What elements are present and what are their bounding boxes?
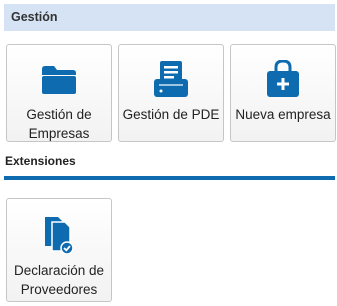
section-title: Gestión [11, 10, 58, 24]
section-header-gestion: Gestión [4, 4, 335, 31]
tile-label: Declaración de Proveedores [13, 263, 105, 297]
folder-icon [42, 66, 76, 94]
tile-label: Nueva empresa [235, 107, 331, 122]
fax-printer-icon [154, 61, 188, 97]
tile-gestion-pde[interactable]: Gestión de PDE [118, 44, 224, 142]
section-divider [4, 176, 335, 180]
bag-plus-icon [267, 60, 299, 97]
section-header-extensiones: Extensiones [5, 154, 76, 168]
documents-check-icon [45, 217, 74, 254]
tile-label: Gestión de PDE [122, 107, 220, 122]
tile-nueva-empresa[interactable]: Nueva empresa [230, 44, 336, 142]
tile-declaracion-proveedores[interactable]: Declaración de Proveedores [6, 198, 112, 302]
tile-gestion-empresas[interactable]: Gestión de Empresas [6, 44, 112, 142]
tile-label: Gestión de Empresas [26, 107, 92, 141]
